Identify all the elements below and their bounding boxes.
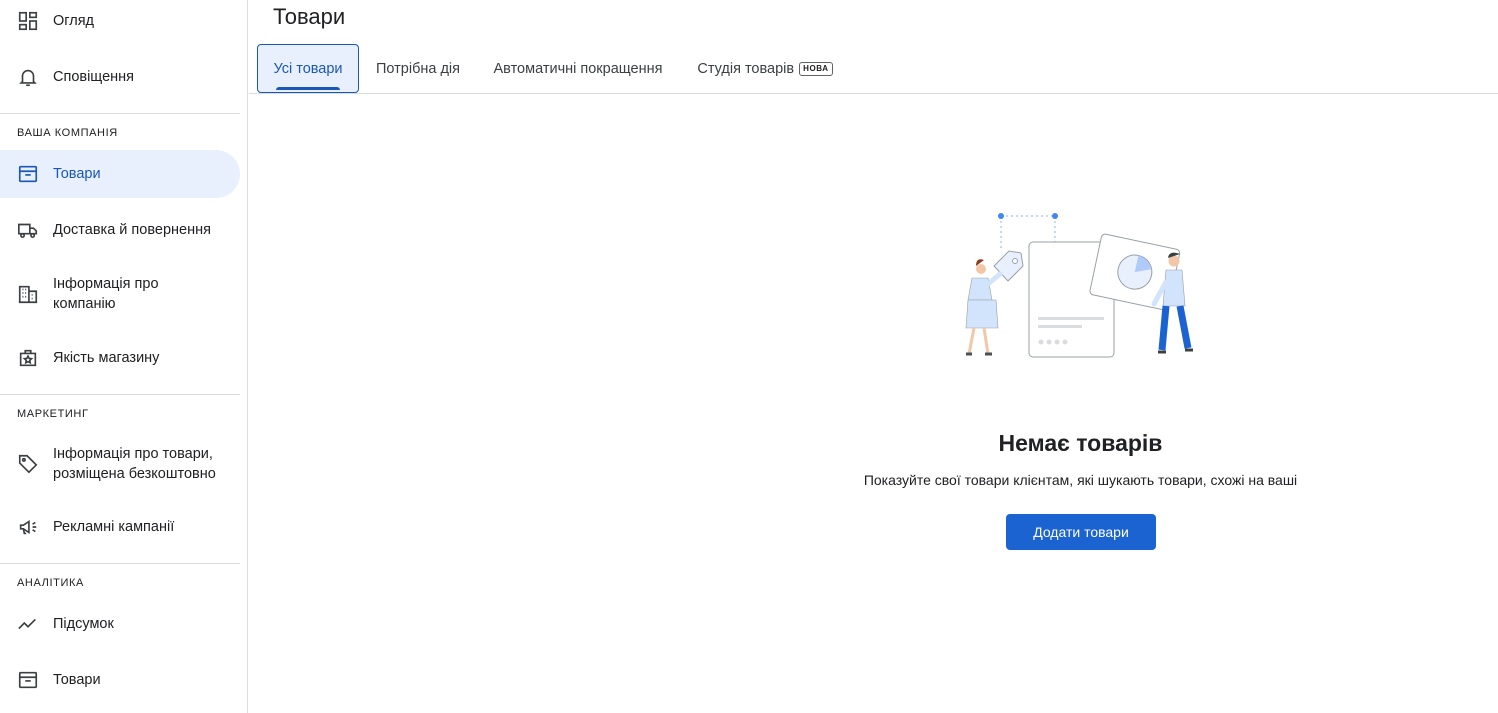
tab-label: Потрібна дія bbox=[375, 60, 461, 77]
sidebar-item-store-quality[interactable]: Якість магазину bbox=[0, 337, 240, 379]
megaphone-icon bbox=[17, 516, 39, 538]
tab-action-needed[interactable]: Потрібна дія bbox=[363, 44, 473, 93]
add-products-button[interactable]: Додати товари bbox=[1006, 514, 1156, 550]
sidebar: Огляд Сповіщення ВАША КОМПАНІЯ Товари До… bbox=[0, 0, 248, 713]
sidebar-item-label: Якість магазину bbox=[53, 350, 160, 366]
sidebar-item-label: Рекламні кампанії bbox=[53, 519, 175, 535]
empty-products-illustration bbox=[965, 213, 1193, 358]
archive-box-icon bbox=[17, 669, 39, 691]
empty-state-description: Показуйте свої товари клієнтам, які шука… bbox=[863, 472, 1298, 488]
page-title: Товари bbox=[273, 4, 346, 29]
sidebar-item-ad-campaigns[interactable]: Рекламні кампанії bbox=[0, 506, 240, 548]
tab-label: Усі товари bbox=[273, 60, 343, 77]
sidebar-item-label: Товари bbox=[53, 672, 101, 688]
sidebar-item-label: Інформація про компанію bbox=[53, 276, 159, 312]
sidebar-item-free-listings[interactable]: Інформація про товари, розміщена безкошт… bbox=[0, 440, 240, 488]
sidebar-item-overview[interactable]: Огляд bbox=[0, 0, 240, 42]
sidebar-item-shipping-returns[interactable]: Доставка й повернення bbox=[0, 209, 240, 251]
divider bbox=[0, 394, 240, 395]
app-root: Огляд Сповіщення ВАША КОМПАНІЯ Товари До… bbox=[0, 0, 1498, 713]
sidebar-item-label: Інформація про товари, розміщена безкошт… bbox=[53, 446, 216, 482]
store-quality-icon bbox=[17, 347, 39, 369]
sidebar-item-company-info[interactable]: Інформація про компанію bbox=[0, 270, 240, 318]
empty-state-title: Немає товарів bbox=[998, 430, 1163, 456]
section-header-marketing: МАРКЕТИНГ bbox=[17, 408, 89, 420]
sidebar-item-summary[interactable]: Підсумок bbox=[0, 603, 240, 645]
tab-label: Студія товарів bbox=[697, 60, 795, 77]
sidebar-item-notifications[interactable]: Сповіщення bbox=[0, 56, 240, 98]
tag-icon bbox=[17, 453, 39, 475]
tab-bar: Усі товари Потрібна дія Автоматичні покр… bbox=[249, 44, 1498, 94]
tab-auto-improvements[interactable]: Автоматичні покращення bbox=[477, 44, 679, 93]
sidebar-item-label: Підсумок bbox=[53, 616, 114, 632]
dashboard-icon bbox=[17, 10, 39, 32]
archive-box-icon bbox=[17, 163, 39, 185]
sidebar-item-label: Доставка й повернення bbox=[53, 222, 211, 238]
main-content: Товари Усі товари Потрібна дія Автоматич… bbox=[249, 0, 1498, 713]
sidebar-item-label: Сповіщення bbox=[53, 69, 135, 85]
section-header-company: ВАША КОМПАНІЯ bbox=[17, 127, 118, 139]
tab-label: Автоматичні покращення bbox=[493, 60, 663, 77]
section-header-analytics: АНАЛІТИКА bbox=[17, 577, 84, 589]
tab-product-studio[interactable]: Студія товарів НОВА bbox=[685, 44, 845, 93]
bell-icon bbox=[17, 66, 39, 88]
sidebar-item-label: Огляд bbox=[53, 13, 95, 29]
divider bbox=[0, 563, 240, 564]
sidebar-item-products[interactable]: Товари bbox=[0, 150, 240, 198]
truck-icon bbox=[17, 219, 39, 241]
sidebar-item-analytics-products[interactable]: Товари bbox=[0, 659, 240, 701]
building-icon bbox=[17, 283, 39, 305]
new-badge: НОВА bbox=[799, 61, 833, 76]
trending-line-icon bbox=[17, 613, 39, 635]
tab-all-products[interactable]: Усі товари bbox=[257, 44, 359, 93]
sidebar-item-label: Товари bbox=[53, 166, 101, 182]
divider bbox=[0, 113, 240, 114]
